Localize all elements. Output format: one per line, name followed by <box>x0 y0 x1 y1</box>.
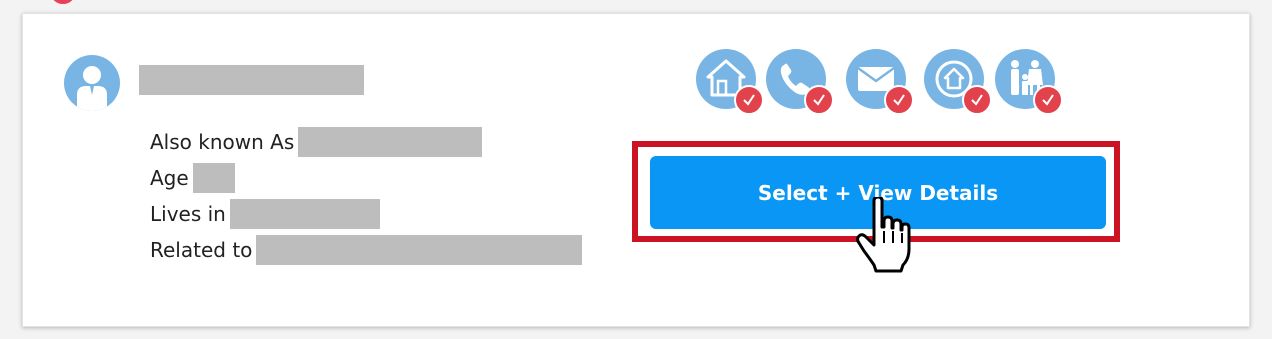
check-badge-icon <box>962 85 992 115</box>
check-badge-icon <box>1033 85 1063 115</box>
lives-row: Lives in <box>150 199 380 229</box>
phone-icon <box>766 49 834 115</box>
avatar <box>64 55 120 111</box>
age-value-redacted <box>192 163 235 193</box>
related-row: Related to <box>150 235 583 265</box>
person-result-card: Also known As Age Lives in Related to Se… <box>22 13 1250 327</box>
house-icon <box>696 49 764 115</box>
lives-value-redacted <box>229 199 380 229</box>
check-badge-icon <box>734 85 764 115</box>
family-icon <box>995 49 1063 115</box>
related-value-redacted <box>256 235 583 265</box>
aka-row: Also known As <box>150 127 483 157</box>
email-icon <box>846 49 914 115</box>
related-label: Related to <box>150 238 253 262</box>
name-redacted <box>139 65 364 95</box>
age-label: Age <box>150 166 189 190</box>
partial-badge-icon <box>50 0 76 4</box>
feature-icons-row <box>696 49 1066 115</box>
address-icon <box>924 49 992 115</box>
lives-label: Lives in <box>150 202 226 226</box>
age-row: Age <box>150 163 235 193</box>
check-badge-icon <box>804 85 834 115</box>
aka-label: Also known As <box>150 130 295 154</box>
check-badge-icon <box>884 85 914 115</box>
hand-pointer-icon <box>856 197 911 273</box>
aka-value-redacted <box>298 127 483 157</box>
